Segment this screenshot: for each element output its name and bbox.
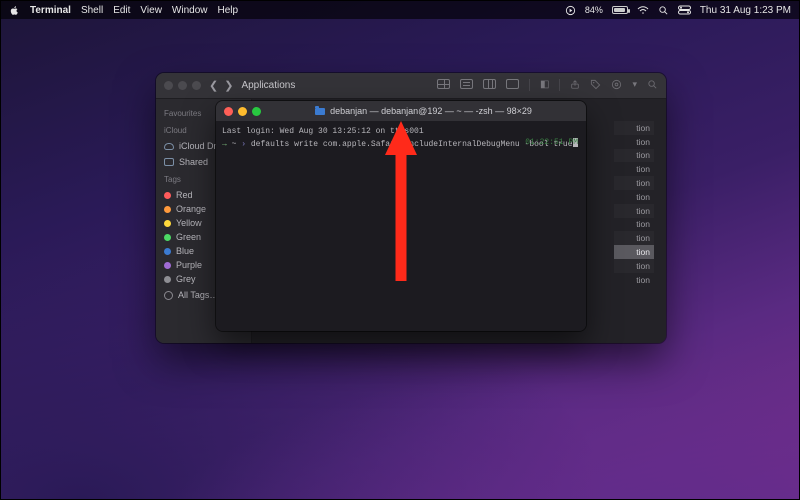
view-columns-icon[interactable] xyxy=(483,79,496,89)
tag-dot-icon xyxy=(164,192,171,199)
sidebar-item-label: Orange xyxy=(176,204,206,214)
sidebar-item-label: Shared xyxy=(179,157,208,167)
prompt-path: ~ xyxy=(232,140,237,149)
list-item[interactable]: tion xyxy=(614,162,654,176)
terminal-output[interactable]: Last login: Wed Aug 30 13:25:12 on ttys0… xyxy=(216,121,586,331)
macos-menubar: Terminal Shell Edit View Window Help 84%… xyxy=(1,1,799,19)
toolbar-divider xyxy=(529,79,530,91)
action-icon[interactable] xyxy=(611,79,622,93)
playback-status-icon[interactable] xyxy=(565,5,576,16)
all-tags-icon xyxy=(164,291,173,300)
finder-forward-button[interactable]: ❯ xyxy=(224,79,233,92)
finder-traffic-lights xyxy=(164,81,201,90)
tag-dot-icon xyxy=(164,262,171,269)
finder-search-icon[interactable] xyxy=(647,79,658,93)
list-item[interactable]: tion xyxy=(614,218,654,232)
toolbar-divider xyxy=(559,79,560,91)
tag-dot-icon xyxy=(164,234,171,241)
view-icon-grid-icon[interactable] xyxy=(437,79,450,89)
share-icon[interactable] xyxy=(570,79,580,93)
group-by-icon[interactable]: ◧ xyxy=(540,79,549,93)
terminal-traffic-lights xyxy=(224,107,261,116)
tag-dot-icon xyxy=(164,206,171,213)
terminal-titlebar[interactable]: debanjan — debanjan@192 — ~ — -zsh — 98×… xyxy=(216,101,586,121)
sidebar-item-label: Purple xyxy=(176,260,202,270)
sidebar-item-label: All Tags… xyxy=(178,290,218,300)
terminal-last-login: Last login: Wed Aug 30 13:25:12 on ttys0… xyxy=(222,127,424,136)
terminal-zoom-button[interactable] xyxy=(252,107,261,116)
view-gallery-icon[interactable] xyxy=(506,79,519,89)
menubar-item-view[interactable]: View xyxy=(140,5,162,16)
search-icon[interactable] xyxy=(658,5,669,16)
view-list-icon[interactable] xyxy=(460,79,473,89)
tag-dot-icon xyxy=(164,220,171,227)
sidebar-item-label: Yellow xyxy=(176,218,202,228)
battery-icon[interactable] xyxy=(612,6,628,14)
cloud-icon xyxy=(164,143,174,150)
home-folder-icon xyxy=(315,108,325,115)
control-center-icon[interactable] xyxy=(678,5,691,15)
sidebar-item-label: Red xyxy=(176,190,193,200)
sidebar-item-label: Green xyxy=(176,232,201,242)
finder-zoom-button[interactable] xyxy=(192,81,201,90)
list-item[interactable]: tion xyxy=(614,204,654,218)
sidebar-item-label: Grey xyxy=(176,274,196,284)
prompt-chevron-icon: › xyxy=(241,140,246,149)
list-item[interactable]: tion xyxy=(614,190,654,204)
tag-dot-icon xyxy=(164,248,171,255)
prompt-arrow-icon: → xyxy=(222,140,227,149)
list-item[interactable]: tion xyxy=(614,245,654,259)
list-item[interactable]: tion xyxy=(614,149,654,163)
wifi-icon[interactable] xyxy=(637,5,649,15)
terminal-clock: 01:22:51 PM xyxy=(525,137,578,149)
folder-icon xyxy=(164,158,174,166)
finder-window-title: Applications xyxy=(241,80,295,91)
finder-titlebar[interactable]: ❮ ❯ Applications ◧ ▾ xyxy=(156,73,666,99)
apple-menu-icon[interactable] xyxy=(9,5,20,16)
terminal-minimize-button[interactable] xyxy=(238,107,247,116)
tag-dot-icon xyxy=(164,276,171,283)
list-item[interactable]: tion xyxy=(614,121,654,135)
list-item[interactable]: tion xyxy=(614,231,654,245)
finder-file-list-fragment: tiontiontiontiontiontiontiontiontiontion… xyxy=(614,121,654,287)
finder-back-button[interactable]: ❮ xyxy=(209,79,218,92)
battery-percent[interactable]: 84% xyxy=(585,5,603,15)
terminal-window-title: debanjan — debanjan@192 — ~ — -zsh — 98×… xyxy=(330,106,532,116)
menubar-datetime[interactable]: Thu 31 Aug 1:23 PM xyxy=(700,5,791,16)
list-item[interactable]: tion xyxy=(614,273,654,287)
list-item[interactable]: tion xyxy=(614,135,654,149)
chevron-down-icon[interactable]: ▾ xyxy=(632,79,637,93)
tag-icon[interactable] xyxy=(590,79,601,93)
finder-close-button[interactable] xyxy=(164,81,173,90)
menubar-item-help[interactable]: Help xyxy=(218,5,239,16)
menubar-item-shell[interactable]: Shell xyxy=(81,5,103,16)
list-item[interactable]: tion xyxy=(614,259,654,273)
sidebar-item-label: Blue xyxy=(176,246,194,256)
menubar-app-name[interactable]: Terminal xyxy=(30,5,71,16)
terminal-window[interactable]: debanjan — debanjan@192 — ~ — -zsh — 98×… xyxy=(216,101,586,331)
finder-toolbar-icons: ◧ ▾ xyxy=(437,79,658,93)
menubar-item-window[interactable]: Window xyxy=(172,5,208,16)
terminal-close-button[interactable] xyxy=(224,107,233,116)
finder-minimize-button[interactable] xyxy=(178,81,187,90)
menubar-item-edit[interactable]: Edit xyxy=(113,5,130,16)
list-item[interactable]: tion xyxy=(614,176,654,190)
